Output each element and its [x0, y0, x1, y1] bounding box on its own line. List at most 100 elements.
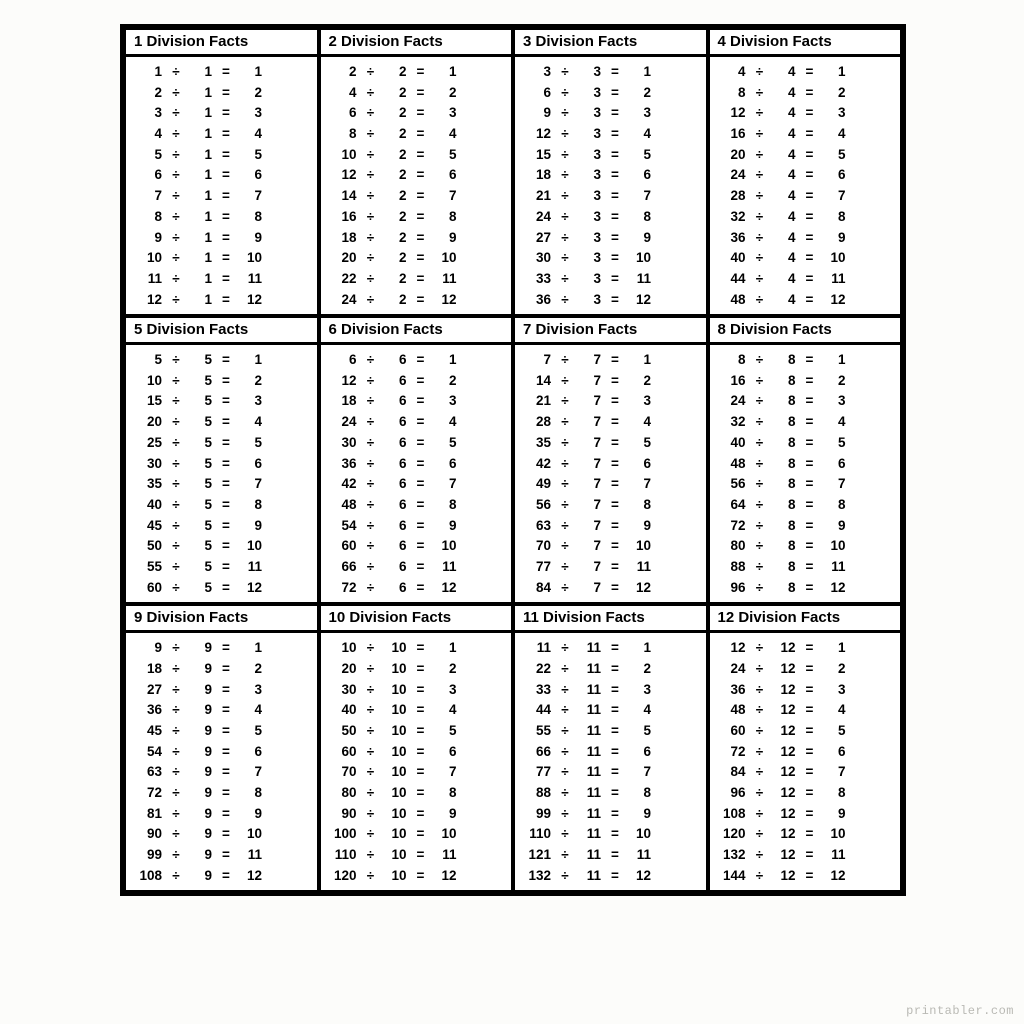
- quotient: 11: [824, 560, 848, 574]
- fact-row: 36÷4=9: [718, 231, 895, 245]
- quotient: 11: [240, 272, 264, 286]
- fact-row: 22÷2=11: [329, 272, 506, 286]
- divide-symbol: ÷: [752, 65, 768, 79]
- divisor: 12: [774, 869, 796, 883]
- equals-symbol: =: [413, 353, 429, 367]
- divide-symbol: ÷: [168, 662, 184, 676]
- divisor: 4: [774, 65, 796, 79]
- divisor: 9: [190, 641, 212, 655]
- quotient: 1: [629, 353, 653, 367]
- table-title: 8 Division Facts: [710, 318, 901, 345]
- divide-symbol: ÷: [168, 148, 184, 162]
- fact-row: 16÷2=8: [329, 210, 506, 224]
- equals-symbol: =: [802, 539, 818, 553]
- divide-symbol: ÷: [752, 786, 768, 800]
- fact-row: 12÷4=3: [718, 106, 895, 120]
- divisor: 3: [579, 231, 601, 245]
- divisor: 10: [385, 848, 407, 862]
- quotient: 8: [629, 498, 653, 512]
- divide-symbol: ÷: [363, 581, 379, 595]
- quotient: 12: [824, 293, 848, 307]
- quotient: 9: [435, 807, 459, 821]
- dividend: 24: [718, 168, 746, 182]
- equals-symbol: =: [802, 703, 818, 717]
- divisor: 7: [579, 457, 601, 471]
- divide-symbol: ÷: [752, 869, 768, 883]
- quotient: 1: [435, 641, 459, 655]
- equals-symbol: =: [218, 210, 234, 224]
- dividend: 63: [134, 765, 162, 779]
- equals-symbol: =: [413, 807, 429, 821]
- divide-symbol: ÷: [752, 539, 768, 553]
- divide-symbol: ÷: [363, 539, 379, 553]
- table-title: 5 Division Facts: [126, 318, 317, 345]
- equals-symbol: =: [413, 724, 429, 738]
- fact-row: 63÷7=9: [523, 519, 700, 533]
- divisor: 3: [579, 210, 601, 224]
- equals-symbol: =: [218, 436, 234, 450]
- fact-row: 96÷12=8: [718, 786, 895, 800]
- divisor: 5: [190, 436, 212, 450]
- quotient: 8: [435, 498, 459, 512]
- quotient: 11: [824, 272, 848, 286]
- table-body: 6÷6=112÷6=218÷6=324÷6=430÷6=536÷6=642÷6=…: [321, 345, 512, 602]
- equals-symbol: =: [802, 560, 818, 574]
- divide-symbol: ÷: [168, 807, 184, 821]
- divisor: 10: [385, 827, 407, 841]
- divide-symbol: ÷: [363, 272, 379, 286]
- divisor: 12: [774, 807, 796, 821]
- fact-row: 48÷4=12: [718, 293, 895, 307]
- dividend: 35: [134, 477, 162, 491]
- dividend: 44: [523, 703, 551, 717]
- divide-symbol: ÷: [363, 210, 379, 224]
- dividend: 24: [329, 293, 357, 307]
- equals-symbol: =: [218, 457, 234, 471]
- dividend: 88: [523, 786, 551, 800]
- division-table-9: 9 Division Facts9÷9=118÷9=227÷9=336÷9=44…: [124, 604, 319, 892]
- table-title: 4 Division Facts: [710, 30, 901, 57]
- quotient: 8: [240, 210, 264, 224]
- equals-symbol: =: [413, 415, 429, 429]
- quotient: 12: [629, 869, 653, 883]
- fact-row: 56÷7=8: [523, 498, 700, 512]
- quotient: 8: [629, 210, 653, 224]
- divisor: 3: [579, 65, 601, 79]
- equals-symbol: =: [607, 662, 623, 676]
- fact-row: 18÷2=9: [329, 231, 506, 245]
- equals-symbol: =: [413, 581, 429, 595]
- divide-symbol: ÷: [557, 724, 573, 738]
- divisor: 11: [579, 683, 601, 697]
- equals-symbol: =: [413, 869, 429, 883]
- quotient: 6: [629, 168, 653, 182]
- divide-symbol: ÷: [363, 786, 379, 800]
- divisor: 2: [385, 251, 407, 265]
- dividend: 25: [134, 436, 162, 450]
- divide-symbol: ÷: [168, 353, 184, 367]
- divide-symbol: ÷: [557, 106, 573, 120]
- divide-symbol: ÷: [557, 65, 573, 79]
- divisor: 11: [579, 724, 601, 738]
- equals-symbol: =: [802, 189, 818, 203]
- divisor: 2: [385, 65, 407, 79]
- divide-symbol: ÷: [363, 745, 379, 759]
- divisor: 4: [774, 272, 796, 286]
- divide-symbol: ÷: [168, 827, 184, 841]
- dividend: 9: [134, 231, 162, 245]
- equals-symbol: =: [218, 641, 234, 655]
- quotient: 3: [240, 683, 264, 697]
- fact-row: 121÷11=11: [523, 848, 700, 862]
- dividend: 30: [523, 251, 551, 265]
- equals-symbol: =: [413, 106, 429, 120]
- divide-symbol: ÷: [363, 560, 379, 574]
- equals-symbol: =: [218, 231, 234, 245]
- fact-row: 24÷2=12: [329, 293, 506, 307]
- quotient: 9: [824, 231, 848, 245]
- dividend: 18: [523, 168, 551, 182]
- divisor: 9: [190, 745, 212, 759]
- fact-row: 4÷2=2: [329, 86, 506, 100]
- fact-row: 36÷12=3: [718, 683, 895, 697]
- quotient: 12: [629, 293, 653, 307]
- fact-row: 99÷9=11: [134, 848, 311, 862]
- divide-symbol: ÷: [363, 436, 379, 450]
- dividend: 84: [523, 581, 551, 595]
